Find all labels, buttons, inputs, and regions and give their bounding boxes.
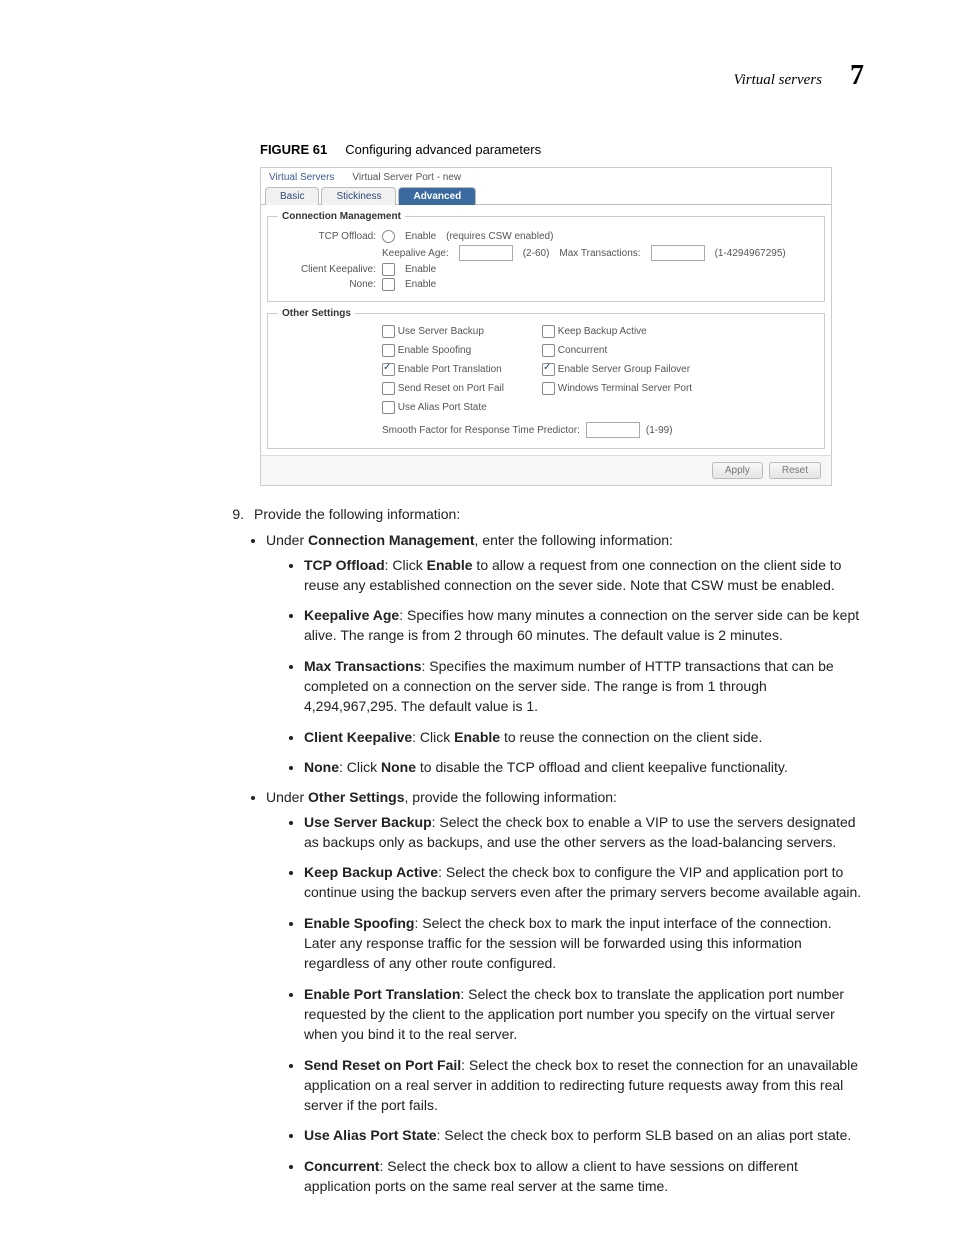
concurrent-checkbox[interactable] [542, 344, 555, 357]
step-text: Provide the following information: [254, 504, 460, 524]
max-tx-label: Max Transactions: [559, 248, 640, 259]
windows-ts-checkbox[interactable] [542, 382, 555, 395]
list-item: Enable Port Translation: Select the chec… [304, 984, 864, 1045]
list-item: TCP Offload: Click Enable to allow a req… [304, 555, 864, 596]
legend-os: Other Settings [278, 308, 355, 319]
enable-port-translation-checkbox[interactable] [382, 363, 395, 376]
smooth-range: (1-99) [646, 425, 673, 436]
client-keepalive-enable: Enable [405, 264, 436, 275]
use-server-backup-checkbox[interactable] [382, 325, 395, 338]
smooth-label: Smooth Factor for Response Time Predicto… [382, 425, 580, 436]
enable-sg-failover-checkbox[interactable] [542, 363, 555, 376]
reset-button[interactable]: Reset [769, 462, 821, 479]
list-item: Under Connection Management, enter the f… [266, 530, 864, 777]
list-item: Keepalive Age: Specifies how many minute… [304, 605, 864, 646]
tcp-offload-label: TCP Offload: [278, 231, 382, 242]
list-item: Use Server Backup: Select the check box … [304, 812, 864, 853]
keepalive-range: (2-60) [523, 248, 550, 259]
enable-sg-failover-label: Enable Server Group Failover [558, 364, 690, 375]
list-item: Client Keepalive: Click Enable to reuse … [304, 727, 864, 747]
windows-ts-label: Windows Terminal Server Port [558, 383, 692, 394]
concurrent-label: Concurrent [558, 345, 607, 356]
max-tx-input[interactable] [651, 245, 705, 261]
tcp-offload-enable-radio[interactable] [382, 230, 395, 243]
list-item: Enable Spoofing: Select the check box to… [304, 913, 864, 974]
fieldset-connection-management: Connection Management TCP Offload: Enabl… [267, 211, 825, 302]
enable-label: Enable [405, 231, 436, 242]
none-label: None: [278, 279, 382, 290]
tab-basic[interactable]: Basic [265, 187, 319, 205]
max-tx-range: (1-4294967295) [715, 248, 786, 259]
list-item: Max Transactions: Specifies the maximum … [304, 656, 864, 717]
list-item: Send Reset on Port Fail: Select the chec… [304, 1055, 864, 1116]
enable-spoofing-label: Enable Spoofing [398, 345, 471, 356]
send-reset-checkbox[interactable] [382, 382, 395, 395]
list-item: Concurrent: Select the check box to allo… [304, 1156, 864, 1197]
fieldset-other-settings: Other Settings Use Server Backup Keep Ba… [267, 308, 825, 449]
list-item: Use Alias Port State: Select the check b… [304, 1125, 864, 1145]
none-checkbox[interactable] [382, 278, 395, 291]
tab-stickiness[interactable]: Stickiness [321, 187, 396, 205]
use-alias-label: Use Alias Port State [398, 402, 487, 413]
keep-backup-active-label: Keep Backup Active [558, 326, 647, 337]
client-keepalive-checkbox[interactable] [382, 263, 395, 276]
none-enable: Enable [405, 279, 436, 290]
chapter-number: 7 [850, 60, 864, 92]
requires-note: (requires CSW enabled) [446, 231, 553, 242]
client-keepalive-label: Client Keepalive: [278, 264, 382, 275]
breadcrumb-leaf: Virtual Server Port - new [352, 172, 461, 183]
apply-button[interactable]: Apply [712, 462, 763, 479]
list-item: Under Other Settings, provide the follow… [266, 787, 864, 1196]
breadcrumb[interactable]: Virtual Servers [269, 172, 334, 183]
instruction-content: 9. Provide the following information: Un… [222, 504, 864, 1196]
legend-cm: Connection Management [278, 211, 405, 222]
keepalive-age-label: Keepalive Age: [382, 248, 449, 259]
send-reset-label: Send Reset on Port Fail [398, 383, 504, 394]
list-item: Keep Backup Active: Select the check box… [304, 862, 864, 903]
page-header-title: Virtual servers [734, 72, 822, 89]
config-panel: Virtual Servers Virtual Server Port - ne… [260, 167, 832, 486]
enable-spoofing-checkbox[interactable] [382, 344, 395, 357]
tab-advanced[interactable]: Advanced [398, 187, 476, 205]
figure-caption: FIGURE 61 Configuring advanced parameter… [260, 142, 864, 157]
keepalive-age-input[interactable] [459, 245, 513, 261]
use-alias-checkbox[interactable] [382, 401, 395, 414]
enable-port-translation-label: Enable Port Translation [398, 364, 502, 375]
keep-backup-active-checkbox[interactable] [542, 325, 555, 338]
step-number: 9. [222, 504, 244, 524]
list-item: None: Click None to disable the TCP offl… [304, 757, 864, 777]
use-server-backup-label: Use Server Backup [398, 326, 484, 337]
smooth-input[interactable] [586, 422, 640, 438]
